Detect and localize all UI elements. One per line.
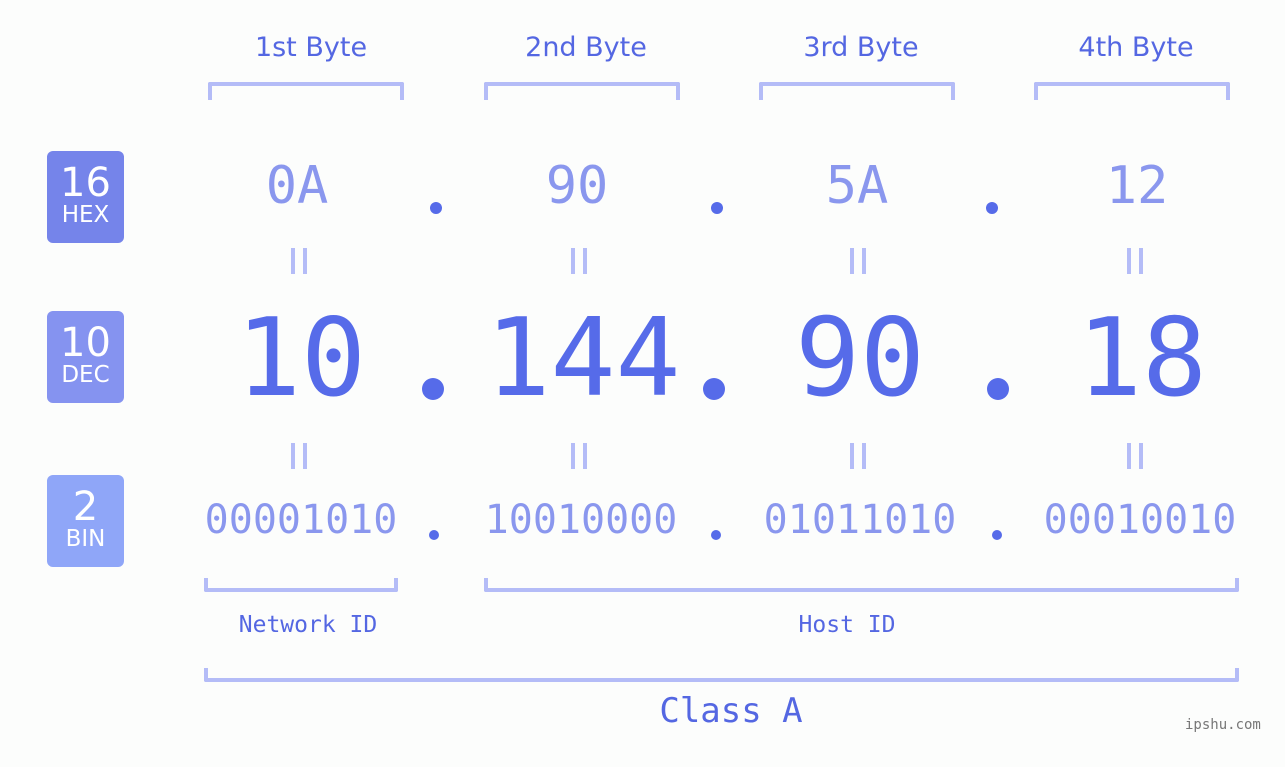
hex-badge-label: HEX xyxy=(61,202,110,228)
network-id-bracket xyxy=(204,578,398,592)
network-id-label: Network ID xyxy=(238,612,378,638)
bin-separator-dot xyxy=(992,530,1002,540)
byte-bracket-2 xyxy=(484,82,680,100)
bin-octet-2: 10010000 xyxy=(484,497,678,543)
hex-octet-2: 90 xyxy=(545,156,609,216)
dec-separator-dot xyxy=(987,378,1009,400)
dec-separator-dot xyxy=(703,378,725,400)
bin-separator-dot xyxy=(429,530,439,540)
hex-badge-base: 16 xyxy=(60,160,111,206)
bin-badge-label: BIN xyxy=(65,526,106,552)
byte-header-1: 1st Byte xyxy=(254,32,368,63)
equals-icon xyxy=(291,443,307,469)
equals-icon xyxy=(571,248,587,274)
hex-octet-1: 0A xyxy=(265,156,329,216)
byte-bracket-3 xyxy=(759,82,955,100)
hex-separator-dot xyxy=(711,202,723,214)
bin-octet-1: 00001010 xyxy=(204,497,398,543)
bin-octet-4: 00010010 xyxy=(1043,497,1237,543)
byte-bracket-1 xyxy=(208,82,404,100)
hex-octet-3: 5A xyxy=(825,156,889,216)
host-id-bracket xyxy=(484,578,1239,592)
equals-icon xyxy=(291,248,307,274)
bin-badge: 2 BIN xyxy=(47,475,124,567)
bin-separator-dot xyxy=(711,530,721,540)
dec-octet-2: 144 xyxy=(485,296,681,421)
hex-separator-dot xyxy=(430,202,442,214)
hex-octet-4: 12 xyxy=(1105,156,1169,216)
equals-icon xyxy=(850,443,866,469)
dec-octet-3: 90 xyxy=(794,296,926,421)
watermark: ipshu.com xyxy=(1185,717,1261,733)
dec-octet-1: 10 xyxy=(235,296,367,421)
equals-icon xyxy=(850,248,866,274)
dec-separator-dot xyxy=(422,378,444,400)
dec-badge-base: 10 xyxy=(60,320,111,366)
class-label: Class A xyxy=(659,691,803,731)
hex-separator-dot xyxy=(986,202,998,214)
byte-bracket-4 xyxy=(1034,82,1230,100)
dec-badge: 10 DEC xyxy=(47,311,124,403)
byte-header-3: 3rd Byte xyxy=(803,32,919,63)
byte-header-4: 4th Byte xyxy=(1078,32,1194,63)
class-bracket xyxy=(204,668,1239,682)
bin-badge-base: 2 xyxy=(72,484,99,530)
host-id-label: Host ID xyxy=(798,612,896,638)
equals-icon xyxy=(1127,248,1143,274)
equals-icon xyxy=(571,443,587,469)
byte-header-2: 2nd Byte xyxy=(525,32,647,63)
hex-badge: 16 HEX xyxy=(47,151,124,243)
equals-icon xyxy=(1127,443,1143,469)
dec-octet-4: 18 xyxy=(1076,296,1208,421)
dec-badge-label: DEC xyxy=(61,362,110,388)
bin-octet-3: 01011010 xyxy=(763,497,957,543)
